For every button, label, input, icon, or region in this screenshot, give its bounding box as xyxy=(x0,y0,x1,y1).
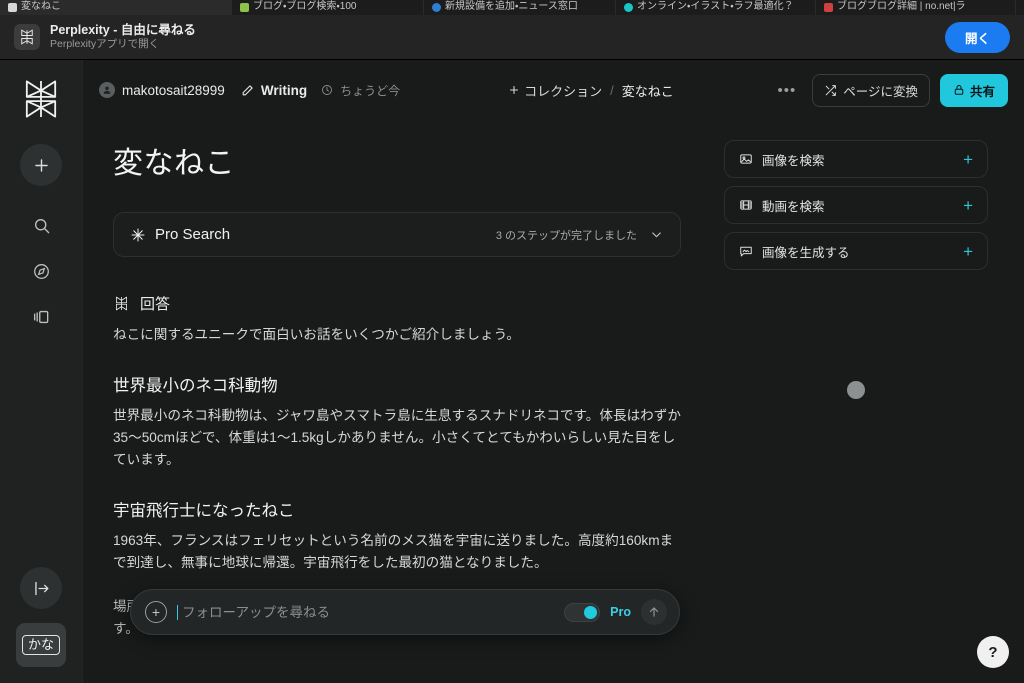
compass-icon xyxy=(32,262,51,281)
breadcrumb-separator: / xyxy=(610,82,614,98)
pro-search-card[interactable]: Pro Search 3 のステップが完了しました xyxy=(113,212,681,257)
sidebar-item-search[interactable] xyxy=(20,204,62,246)
pro-toggle[interactable] xyxy=(564,602,601,622)
answer-label: 回答 xyxy=(140,296,171,313)
thread-mode[interactable]: Writing xyxy=(241,83,307,98)
plus-circle-icon[interactable]: + xyxy=(145,601,167,623)
pro-search-steps: 3 のステップが完了しました xyxy=(495,229,637,242)
clock-icon xyxy=(321,84,333,96)
more-options-button[interactable]: ••• xyxy=(771,82,802,99)
page-title: 変なねこ xyxy=(113,147,235,180)
perplexity-logo-icon xyxy=(113,295,130,312)
image-generate-icon xyxy=(739,244,753,258)
arrow-right-from-bar-icon xyxy=(32,579,51,598)
sidebar-item-discover[interactable] xyxy=(20,250,62,292)
left-sidebar-rail: かな xyxy=(0,60,83,683)
collection-label: コレクション xyxy=(524,83,603,99)
browser-tab-label: ブログ・ブログ検索・100 xyxy=(253,1,357,12)
generate-image-action[interactable]: 画像を生成する + xyxy=(724,232,988,270)
search-icon xyxy=(32,216,51,235)
tab-favicon-icon xyxy=(624,3,633,12)
search-images-action[interactable]: 画像を検索 + xyxy=(724,140,988,178)
open-in-app-banner: Perplexity - 自由に尋ねる Perplexityアプリで開く 開く xyxy=(0,15,1024,60)
action-label: 画像を検索 xyxy=(762,153,825,168)
help-button[interactable]: ? xyxy=(977,636,1009,668)
user-icon xyxy=(99,82,115,98)
breadcrumb-current[interactable]: 変なねこ xyxy=(622,81,674,100)
timestamp-label: ちょうど今 xyxy=(340,83,401,98)
sidebar-item-library[interactable] xyxy=(20,296,62,338)
loading-spinner xyxy=(847,381,865,399)
tab-favicon-icon xyxy=(824,3,833,12)
add-to-collection-button[interactable]: コレクション xyxy=(508,81,602,100)
share-label: 共有 xyxy=(969,84,995,99)
open-app-button[interactable]: 開く xyxy=(944,21,1010,53)
browser-tab-label: 新規設備を追加・ニュース窓口 xyxy=(445,1,578,12)
convert-to-page-button[interactable]: ページに変換 xyxy=(812,73,930,107)
thread-toolbar: makotosait28999 Writing ちょうど今 コレクション / 変… xyxy=(83,60,1024,120)
tab-favicon-icon xyxy=(8,3,17,12)
ime-mode-label: かな xyxy=(21,635,60,655)
plus-icon xyxy=(32,156,51,175)
ime-indicator[interactable]: かな xyxy=(16,623,66,667)
browser-tab-strip: 変なねこ ブログ・ブログ検索・100 新規設備を追加・ニュース窓口 オンライン・… xyxy=(0,0,1024,15)
shuffle-icon xyxy=(824,84,837,97)
followup-input[interactable] xyxy=(177,604,555,620)
image-icon xyxy=(739,152,753,166)
share-button[interactable]: 共有 xyxy=(939,73,1008,107)
section-heading: 世界最小のネコ科動物 xyxy=(113,377,278,396)
tab-favicon-icon xyxy=(432,3,441,12)
send-button[interactable] xyxy=(641,599,667,625)
thread-author[interactable]: makotosait28999 xyxy=(99,82,225,98)
add-icon[interactable]: + xyxy=(963,243,973,260)
browser-tab[interactable]: ブログ・ブログ検索・100 xyxy=(232,0,424,15)
plus-icon xyxy=(508,84,520,96)
lock-icon xyxy=(953,84,965,96)
browser-tab-label: 変なねこ xyxy=(21,1,61,12)
pencil-icon xyxy=(241,84,254,97)
action-label: 画像を生成する xyxy=(762,245,850,260)
browser-tab-label: ブログブログ詳細 | no.net|ラ xyxy=(837,1,966,12)
browser-tab[interactable]: オンライン・イラスト・ラフ最適化？ xyxy=(616,0,816,15)
pro-search-label: Pro Search xyxy=(155,226,231,243)
answer-header: 回答 xyxy=(113,293,703,314)
perplexity-logo-icon xyxy=(14,24,40,50)
chevron-down-icon[interactable] xyxy=(649,227,664,242)
add-icon[interactable]: + xyxy=(963,197,973,214)
search-videos-action[interactable]: 動画を検索 + xyxy=(724,186,988,224)
arrow-up-icon xyxy=(647,605,661,619)
thread-timestamp: ちょうど今 xyxy=(321,82,400,99)
convert-label: ページに変換 xyxy=(843,84,918,99)
writing-label: Writing xyxy=(260,82,308,98)
banner-title: Perplexity - 自由に尋ねる xyxy=(50,22,196,37)
browser-tab-label: オンライン・イラスト・ラフ最適化？ xyxy=(637,1,794,12)
username-label: makotosait28999 xyxy=(122,82,225,98)
perplexity-logo-icon[interactable] xyxy=(18,76,64,122)
add-icon[interactable]: + xyxy=(963,151,973,168)
pro-label: Pro xyxy=(610,605,631,619)
section-heading: 宇宙飛行士になったねこ xyxy=(113,502,295,521)
answer-intro: ねこに関するユニークで面白いお話をいくつかご紹介しましょう。 xyxy=(113,327,520,342)
action-label: 動画を検索 xyxy=(762,199,825,214)
banner-subtitle: Perplexityアプリで開く xyxy=(50,38,160,51)
browser-tab[interactable]: 変なねこ xyxy=(0,0,232,15)
section-body: 1963年、フランスはフェリセットという名前のメス猫を宇宙に送りました。高度約1… xyxy=(113,533,674,571)
library-icon xyxy=(31,307,51,327)
browser-tab[interactable]: 新規設備を追加・ニュース窓口 xyxy=(424,0,616,15)
followup-bar: + Pro xyxy=(130,589,680,635)
section-body: 世界最小のネコ科動物は、ジャワ島やスマトラ島に生息するスナドリネコです。体長はわ… xyxy=(113,408,681,468)
right-action-panel: 画像を検索 + 動画を検索 + 画像を生成する + xyxy=(703,120,1024,683)
sidebar-item-expand[interactable] xyxy=(20,567,62,609)
browser-tab[interactable]: ブログブログ詳細 | no.net|ラ xyxy=(816,0,1016,15)
film-icon xyxy=(739,198,753,212)
sparkle-icon xyxy=(130,227,146,243)
sidebar-item-new-thread[interactable] xyxy=(20,144,62,186)
tab-favicon-icon xyxy=(240,3,249,12)
